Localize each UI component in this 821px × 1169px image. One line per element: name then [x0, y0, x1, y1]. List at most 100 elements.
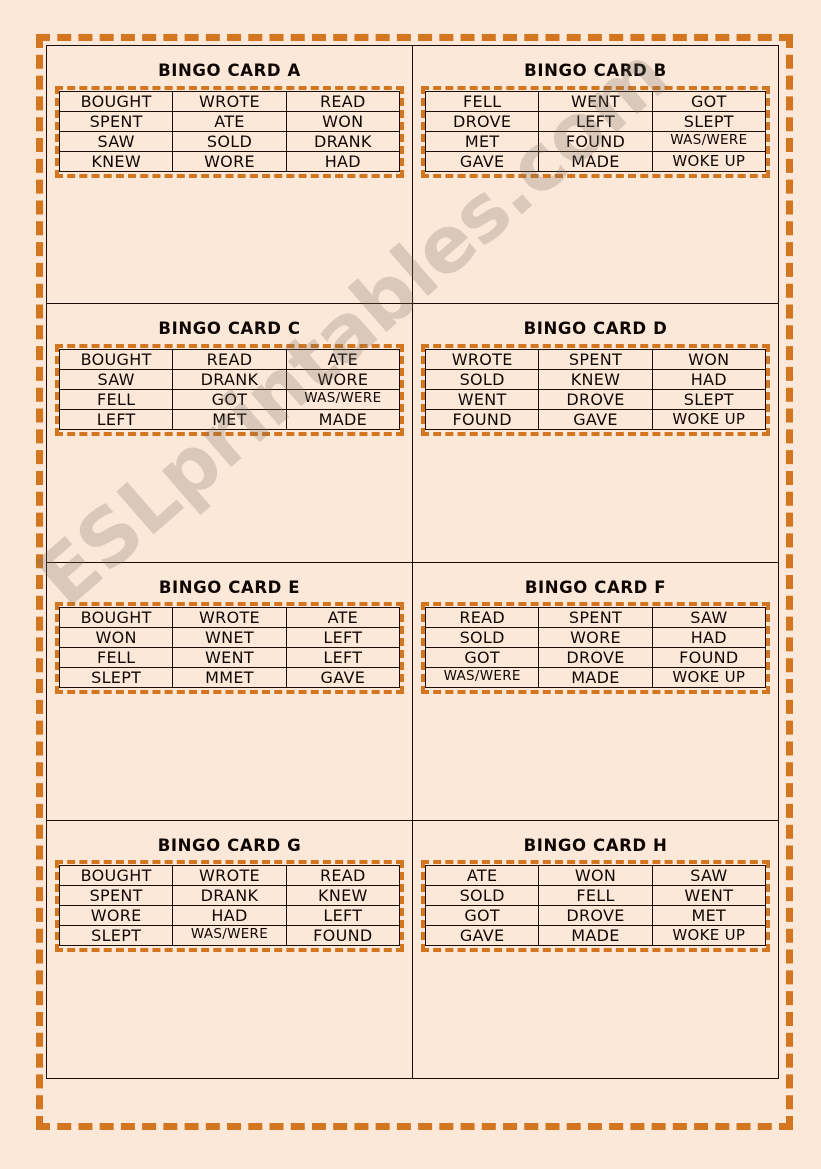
word-cell[interactable]: WON	[58, 627, 174, 648]
word-cell[interactable]: SOLD	[424, 368, 540, 390]
word-cell[interactable]: FELL	[58, 647, 174, 668]
word-cell[interactable]: READ	[424, 607, 540, 628]
word-cell[interactable]: LEFT	[285, 905, 401, 927]
word-cell[interactable]: HAD	[651, 368, 767, 390]
word-cell[interactable]: FOUND	[424, 408, 540, 430]
word-cell[interactable]: WENT	[172, 647, 287, 668]
word-cell[interactable]: WROTE	[172, 865, 287, 887]
word-cell[interactable]: WOKE UP	[651, 925, 767, 947]
word-cell[interactable]: MADE	[538, 925, 653, 947]
word-cell[interactable]: DRANK	[172, 885, 287, 907]
word-cell[interactable]: GAVE	[285, 667, 401, 688]
word-cell[interactable]: LEFT	[538, 110, 653, 132]
word-cell[interactable]: MET	[651, 905, 767, 927]
word-cell[interactable]: FOUND	[538, 130, 653, 152]
word-cell[interactable]: BOUGHT	[58, 90, 174, 112]
word-cell[interactable]: FOUND	[285, 925, 401, 947]
word-cell[interactable]: WROTE	[424, 348, 540, 370]
word-cell[interactable]: FELL	[538, 885, 653, 907]
bingo-card-a: BINGO CARD A BOUGHT WROTE READ SPENT ATE…	[47, 46, 412, 303]
word-cell[interactable]: FELL	[58, 388, 174, 410]
word-cell[interactable]: DROVE	[538, 647, 653, 668]
word-cell[interactable]: READ	[285, 865, 401, 887]
word-row: BOUGHT WROTE ATE	[58, 607, 401, 628]
word-cell[interactable]: MET	[424, 130, 540, 152]
word-cell[interactable]: WOKE UP	[651, 408, 767, 430]
word-cell[interactable]: SPENT	[538, 607, 653, 628]
word-cell[interactable]: DRANK	[285, 130, 401, 152]
word-cell[interactable]: ATE	[424, 865, 540, 887]
word-cell[interactable]: SLEPT	[58, 667, 174, 688]
word-cell[interactable]: WON	[285, 110, 401, 132]
word-cell[interactable]: GAVE	[424, 925, 540, 947]
word-cell[interactable]: LEFT	[285, 647, 401, 668]
word-cell[interactable]: MET	[172, 408, 287, 430]
word-cell[interactable]: MMET	[172, 667, 287, 688]
word-cell[interactable]: HAD	[172, 905, 287, 927]
word-cell[interactable]: DROVE	[538, 388, 653, 410]
word-cell[interactable]: WORE	[285, 368, 401, 390]
word-cell[interactable]: KNEW	[58, 150, 174, 172]
word-cell[interactable]: SAW	[651, 865, 767, 887]
word-cell[interactable]: SPENT	[58, 110, 174, 132]
word-cell[interactable]: DROVE	[424, 110, 540, 132]
word-cell[interactable]: SAW	[58, 368, 174, 390]
word-cell[interactable]: BOUGHT	[58, 348, 174, 370]
word-cell[interactable]: WORE	[58, 905, 174, 927]
word-cell[interactable]: SOLD	[424, 885, 540, 907]
word-cell[interactable]: SAW	[651, 607, 767, 628]
word-cell[interactable]: WON	[651, 348, 767, 370]
word-cell[interactable]: READ	[172, 348, 287, 370]
word-cell[interactable]: BOUGHT	[58, 607, 174, 628]
word-cell[interactable]: WOKE UP	[651, 150, 767, 172]
word-cell[interactable]: WNET	[172, 627, 287, 648]
word-cell[interactable]: SOLD	[424, 627, 540, 648]
word-cell[interactable]: SOLD	[172, 130, 287, 152]
word-cell[interactable]: GOT	[424, 905, 540, 927]
word-cell[interactable]: SAW	[58, 130, 174, 152]
word-cell[interactable]: SLEPT	[651, 388, 767, 410]
bingo-card-d-title: BINGO CARD D	[523, 319, 668, 339]
word-cell[interactable]: ATE	[285, 348, 401, 370]
word-cell[interactable]: WENT	[424, 388, 540, 410]
word-cell[interactable]: GOT	[172, 388, 287, 410]
word-cell[interactable]: WORE	[172, 150, 287, 172]
word-cell[interactable]: ATE	[172, 110, 287, 132]
word-cell[interactable]: WROTE	[172, 607, 287, 628]
word-cell[interactable]: WAS/WERE	[172, 925, 287, 947]
word-cell[interactable]: MADE	[538, 667, 653, 688]
word-cell[interactable]: SPENT	[58, 885, 174, 907]
word-cell[interactable]: HAD	[651, 627, 767, 648]
word-cell[interactable]: MADE	[538, 150, 653, 172]
word-cell[interactable]: SPENT	[538, 348, 653, 370]
word-cell[interactable]: GOT	[424, 647, 540, 668]
word-cell[interactable]: LEFT	[285, 627, 401, 648]
word-cell[interactable]: KNEW	[538, 368, 653, 390]
word-cell[interactable]: GOT	[651, 90, 767, 112]
word-cell[interactable]: FELL	[424, 90, 540, 112]
bingo-card-table-body: BINGO CARD A BOUGHT WROTE READ SPENT ATE…	[46, 44, 779, 1080]
word-cell[interactable]: MADE	[285, 408, 401, 430]
word-cell[interactable]: WAS/WERE	[651, 130, 767, 152]
word-cell[interactable]: KNEW	[285, 885, 401, 907]
word-cell[interactable]: WAS/WERE	[285, 388, 401, 410]
word-cell[interactable]: WROTE	[172, 90, 287, 112]
word-cell[interactable]: SLEPT	[58, 925, 174, 947]
word-cell[interactable]: BOUGHT	[58, 865, 174, 887]
word-cell[interactable]: WORE	[538, 627, 653, 648]
word-cell[interactable]: WENT	[651, 885, 767, 907]
word-cell[interactable]: GAVE	[424, 150, 540, 172]
word-cell[interactable]: SLEPT	[651, 110, 767, 132]
word-cell[interactable]: HAD	[285, 150, 401, 172]
word-cell[interactable]: READ	[285, 90, 401, 112]
word-cell[interactable]: WENT	[538, 90, 653, 112]
word-cell[interactable]: DROVE	[538, 905, 653, 927]
word-cell[interactable]: FOUND	[651, 647, 767, 668]
word-cell[interactable]: DRANK	[172, 368, 287, 390]
word-cell[interactable]: GAVE	[538, 408, 653, 430]
word-cell[interactable]: ATE	[285, 607, 401, 628]
word-cell[interactable]: WOKE UP	[651, 667, 767, 688]
word-cell[interactable]: WAS/WERE	[424, 667, 540, 688]
word-cell[interactable]: LEFT	[58, 408, 174, 430]
word-cell[interactable]: WON	[538, 865, 653, 887]
